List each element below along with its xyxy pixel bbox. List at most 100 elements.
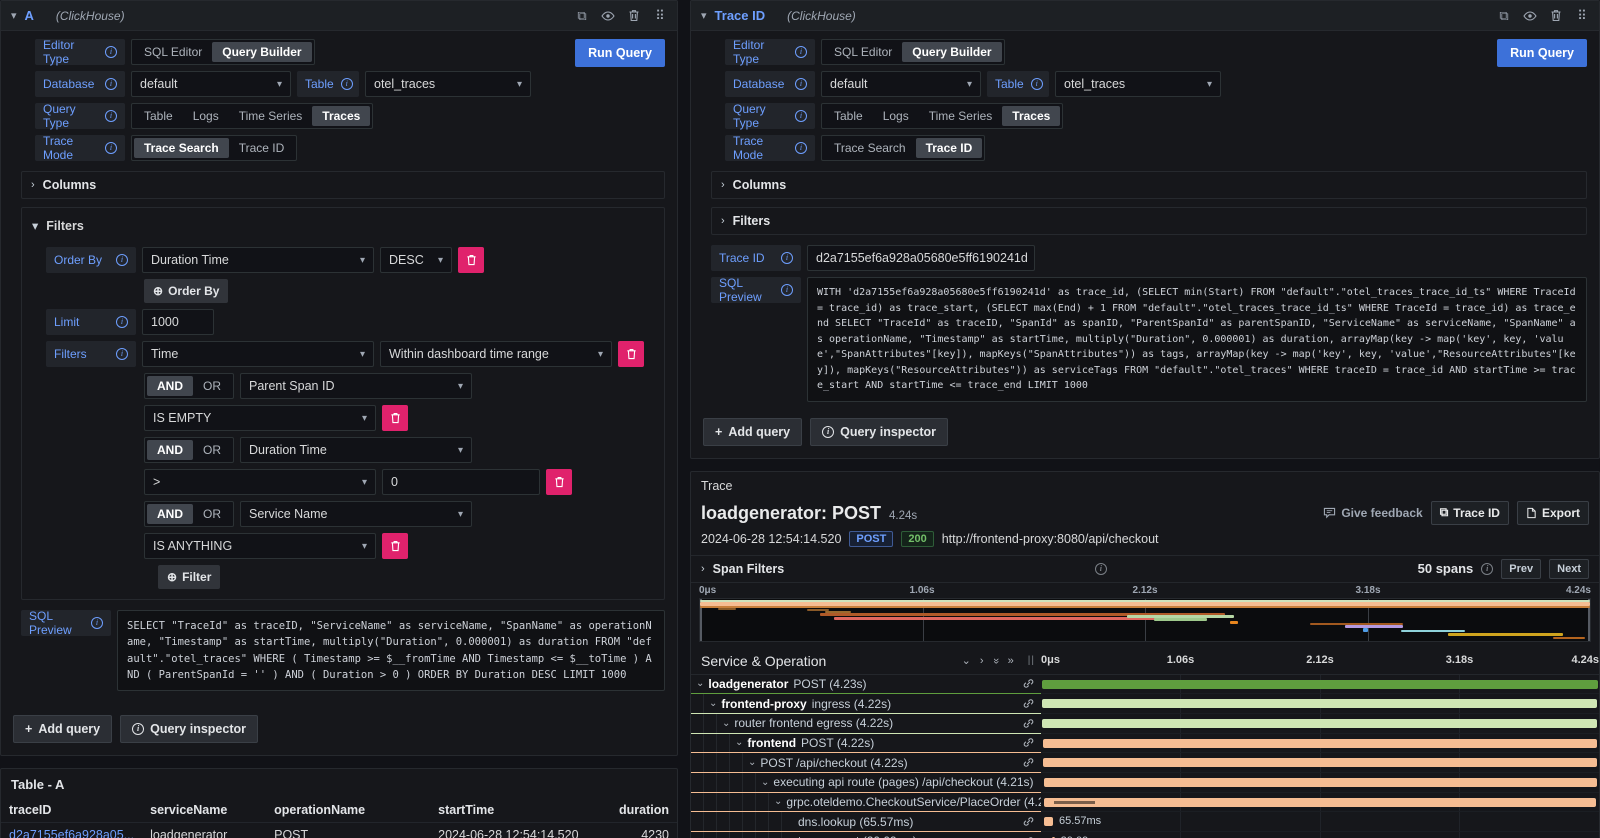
join-and[interactable]: AND bbox=[147, 376, 193, 396]
span-duration-bar[interactable] bbox=[1044, 778, 1597, 787]
join-or[interactable]: OR bbox=[193, 440, 231, 460]
columns-collapse[interactable]: › Columns bbox=[21, 171, 665, 199]
span-link-icon[interactable] bbox=[1016, 815, 1041, 828]
column-header-serviceName[interactable]: serviceName bbox=[142, 798, 266, 823]
add-filter-button[interactable]: ⊕Filter bbox=[158, 565, 220, 589]
table-select[interactable]: otel_traces▾ bbox=[1055, 71, 1221, 97]
editor-type-query-builder[interactable]: Query Builder bbox=[902, 42, 1001, 62]
query-inspector-button[interactable]: iQuery inspector bbox=[120, 715, 258, 743]
query-type-logs[interactable]: Logs bbox=[183, 106, 229, 126]
span-row[interactable]: ⌄router frontend egress (4.22s) bbox=[691, 714, 1599, 734]
filter-time-value-select[interactable]: Within dashboard time range▾ bbox=[380, 341, 612, 367]
span-duration-bar[interactable] bbox=[1043, 739, 1598, 748]
limit-input[interactable]: 1000 bbox=[142, 309, 214, 335]
condition-field-select[interactable]: Duration Time▾ bbox=[240, 437, 472, 463]
info-icon[interactable]: i bbox=[1031, 78, 1043, 90]
chevron-down-icon[interactable]: ⌄ bbox=[769, 796, 786, 807]
column-header-duration[interactable]: duration bbox=[600, 798, 677, 823]
remove-condition-button[interactable] bbox=[382, 533, 408, 559]
add-query-button[interactable]: +Add query bbox=[13, 715, 112, 743]
query-type-time-series[interactable]: Time Series bbox=[229, 106, 313, 126]
trace-mode-trace-search[interactable]: Trace Search bbox=[134, 138, 229, 158]
info-icon[interactable]: i bbox=[781, 284, 793, 296]
trace-id-copy-button[interactable]: ⧉Trace ID bbox=[1431, 501, 1509, 525]
chevron-down-icon[interactable]: ⌄ bbox=[756, 777, 773, 788]
span-bar-cell[interactable]: 20.09ms bbox=[1041, 832, 1599, 838]
hide-response-eye-icon[interactable] bbox=[601, 9, 615, 23]
info-icon[interactable]: i bbox=[105, 142, 117, 154]
span-bar-cell[interactable]: 65.57ms bbox=[1041, 812, 1599, 832]
span-bar-cell[interactable] bbox=[1041, 773, 1599, 793]
expand-all-icon[interactable]: » bbox=[1008, 655, 1014, 667]
query-type-logs[interactable]: Logs bbox=[873, 106, 919, 126]
join-and[interactable]: AND bbox=[147, 440, 193, 460]
database-select[interactable]: default▾ bbox=[131, 71, 291, 97]
span-name-cell[interactable]: tcp.connect (20.09ms) bbox=[691, 832, 1041, 838]
info-icon[interactable]: i bbox=[116, 254, 128, 266]
info-icon[interactable]: i bbox=[1481, 563, 1493, 575]
condition-operator-select[interactable]: IS EMPTY▾ bbox=[144, 405, 376, 431]
info-icon[interactable]: i bbox=[781, 252, 793, 264]
chevron-down-icon[interactable]: ⌄ bbox=[691, 678, 708, 689]
trace-id-input[interactable]: d2a7155ef6a928a05680e5ff6190241d bbox=[807, 245, 1035, 271]
chevron-right-icon[interactable]: › bbox=[701, 563, 705, 575]
trace-id-link[interactable]: d2a7155ef6a928a05... bbox=[1, 823, 142, 838]
span-row[interactable]: dns.lookup (65.57ms)65.57ms bbox=[691, 812, 1599, 832]
span-name-cell[interactable]: ⌄frontend-proxyingress (4.22s) bbox=[691, 694, 1041, 714]
span-duration-bar[interactable] bbox=[1044, 817, 1053, 826]
span-bar-cell[interactable] bbox=[1041, 694, 1599, 714]
span-link-icon[interactable] bbox=[1034, 776, 1041, 789]
duplicate-query-icon[interactable]: ⧉ bbox=[575, 9, 589, 23]
span-row[interactable]: ⌄grpc.oteldemo.CheckoutService/PlaceOrde… bbox=[691, 793, 1599, 813]
span-row[interactable]: ⌄frontendPOST (4.22s) bbox=[691, 734, 1599, 754]
collapse-all-icon[interactable]: » bbox=[990, 657, 1002, 663]
span-duration-bar[interactable] bbox=[1043, 758, 1597, 767]
span-bar-cell[interactable] bbox=[1041, 675, 1599, 695]
span-link-icon[interactable] bbox=[1016, 736, 1041, 749]
span-bar-cell[interactable] bbox=[1041, 714, 1599, 734]
span-name-cell[interactable]: ⌄loadgeneratorPOST (4.23s) bbox=[691, 675, 1041, 695]
add-order-by-button[interactable]: ⊕Order By bbox=[144, 279, 228, 303]
filter-time-field-select[interactable]: Time▾ bbox=[142, 341, 374, 367]
column-resize-handle[interactable]: || bbox=[1028, 655, 1035, 666]
remove-condition-button[interactable] bbox=[382, 405, 408, 431]
span-link-icon[interactable] bbox=[1016, 677, 1041, 690]
query-inspector-button[interactable]: iQuery inspector bbox=[810, 418, 948, 446]
span-bar-cell[interactable] bbox=[1041, 793, 1599, 813]
info-icon[interactable]: i bbox=[91, 617, 103, 629]
join-or[interactable]: OR bbox=[193, 504, 231, 524]
trace-minimap[interactable] bbox=[699, 598, 1591, 642]
info-icon[interactable]: i bbox=[105, 78, 117, 90]
columns-collapse[interactable]: › Columns bbox=[711, 171, 1587, 199]
span-name-cell[interactable]: ⌄router frontend egress (4.22s) bbox=[691, 714, 1041, 734]
span-row[interactable]: ⌄frontend-proxyingress (4.22s) bbox=[691, 694, 1599, 714]
condition-field-select[interactable]: Parent Span ID▾ bbox=[240, 373, 472, 399]
query-type-traces[interactable]: Traces bbox=[312, 106, 370, 126]
span-duration-bar[interactable] bbox=[1042, 719, 1597, 728]
hide-response-eye-icon[interactable] bbox=[1523, 9, 1537, 23]
remove-order-by-button[interactable] bbox=[458, 247, 484, 273]
collapse-chevron-icon[interactable]: ▾ bbox=[11, 9, 17, 22]
info-icon[interactable]: i bbox=[105, 110, 117, 122]
order-by-field-select[interactable]: Duration Time▾ bbox=[142, 247, 374, 273]
add-query-button[interactable]: +Add query bbox=[703, 418, 802, 446]
span-link-icon[interactable] bbox=[1016, 697, 1041, 710]
filters-collapse[interactable]: ▾ Filters bbox=[32, 218, 654, 233]
info-icon[interactable]: i bbox=[795, 110, 807, 122]
next-span-button[interactable]: Next bbox=[1549, 559, 1589, 579]
trace-mode-trace-id[interactable]: Trace ID bbox=[916, 138, 983, 158]
collapse-chevron-icon[interactable]: ▾ bbox=[701, 9, 707, 22]
collapse-one-icon[interactable]: ⌄ bbox=[962, 654, 971, 667]
span-duration-bar[interactable] bbox=[1044, 798, 1596, 807]
span-name-cell[interactable]: dns.lookup (65.57ms) bbox=[691, 812, 1041, 832]
info-icon[interactable]: i bbox=[1095, 563, 1107, 575]
span-duration-bar[interactable] bbox=[1042, 699, 1597, 708]
table-select[interactable]: otel_traces▾ bbox=[365, 71, 531, 97]
span-link-icon[interactable] bbox=[1016, 717, 1041, 730]
drag-handle-icon[interactable]: ⠿ bbox=[1575, 9, 1589, 23]
trace-mode-trace-id[interactable]: Trace ID bbox=[229, 138, 295, 158]
order-by-direction-select[interactable]: DESC▾ bbox=[380, 247, 452, 273]
remove-condition-button[interactable] bbox=[546, 469, 572, 495]
export-button[interactable]: Export bbox=[1517, 501, 1589, 525]
chevron-down-icon[interactable]: ⌄ bbox=[717, 718, 734, 729]
